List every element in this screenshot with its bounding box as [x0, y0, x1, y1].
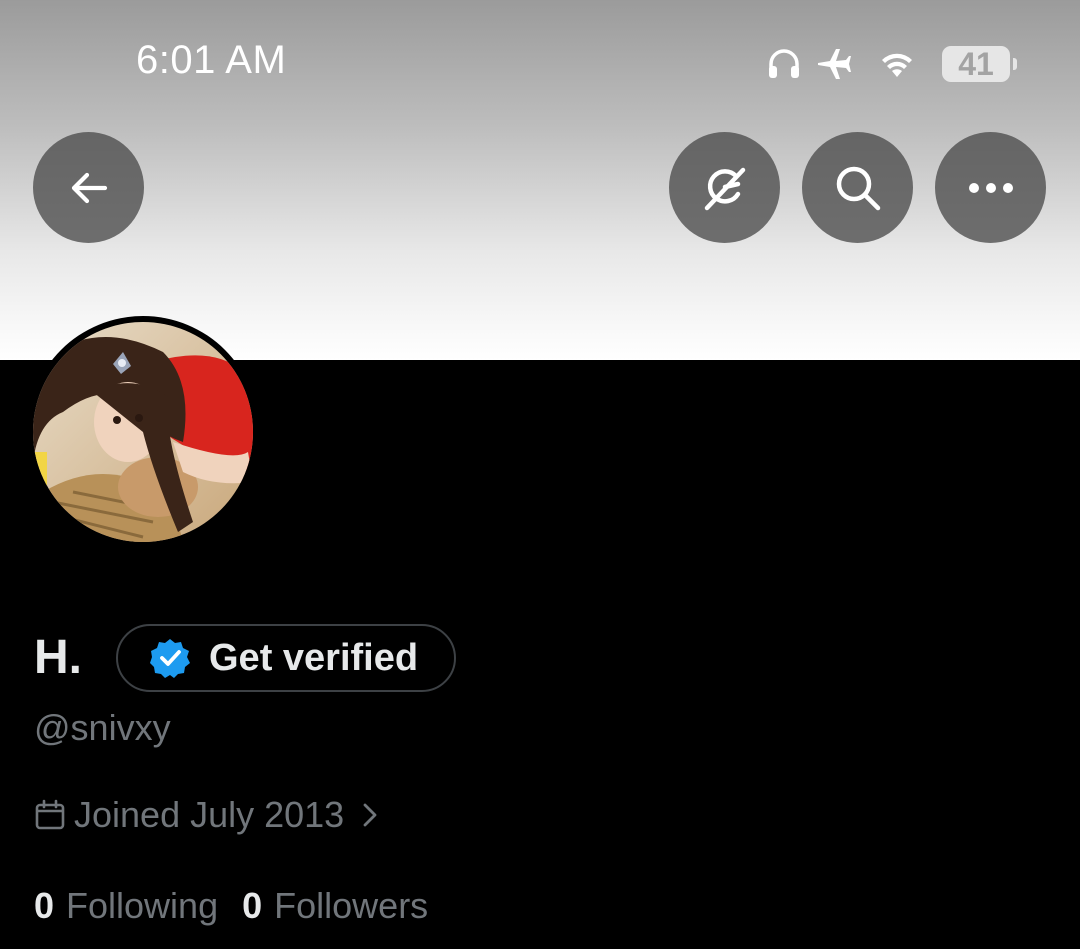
search-button[interactable]: [802, 132, 913, 243]
followers-label: Followers: [274, 885, 429, 926]
following-count: 0: [34, 885, 55, 926]
verified-badge-icon: [149, 637, 191, 679]
grok-icon: [698, 161, 752, 215]
status-icons: 41: [766, 40, 1017, 88]
joined-date-text: Joined July 2013: [74, 794, 345, 835]
wifi-icon: [880, 49, 914, 79]
chevron-right-icon: [362, 802, 378, 828]
calendar-icon: [34, 799, 66, 831]
back-button[interactable]: [33, 132, 144, 243]
status-time: 6:01 AM: [136, 38, 287, 82]
display-name: H.: [34, 631, 82, 684]
airplane-icon: [816, 46, 852, 82]
more-options-button[interactable]: [935, 132, 1046, 243]
following-label: Following: [66, 885, 219, 926]
get-verified-label: Get verified: [209, 636, 419, 679]
battery-level: 41: [958, 46, 994, 82]
get-verified-button[interactable]: Get verified: [116, 624, 456, 692]
user-handle: @snivxy: [34, 707, 171, 748]
joined-date-row[interactable]: Joined July 2013: [34, 792, 378, 838]
profile-screen: 6:01 AM 41 H. Get verified @snivxy Joine…: [0, 0, 1080, 949]
followers-count: 0: [242, 885, 263, 926]
avatar[interactable]: [33, 322, 253, 542]
following-link[interactable]: 0 Following: [34, 885, 218, 927]
back-icon: [67, 166, 111, 210]
search-icon: [832, 162, 884, 214]
grok-button[interactable]: [669, 132, 780, 243]
battery-icon: 41: [942, 46, 1017, 82]
follow-stats: 0 Following 0 Followers: [34, 884, 428, 928]
more-icon: [968, 182, 1014, 194]
headphones-icon: [766, 46, 802, 82]
followers-link[interactable]: 0 Followers: [242, 885, 428, 927]
